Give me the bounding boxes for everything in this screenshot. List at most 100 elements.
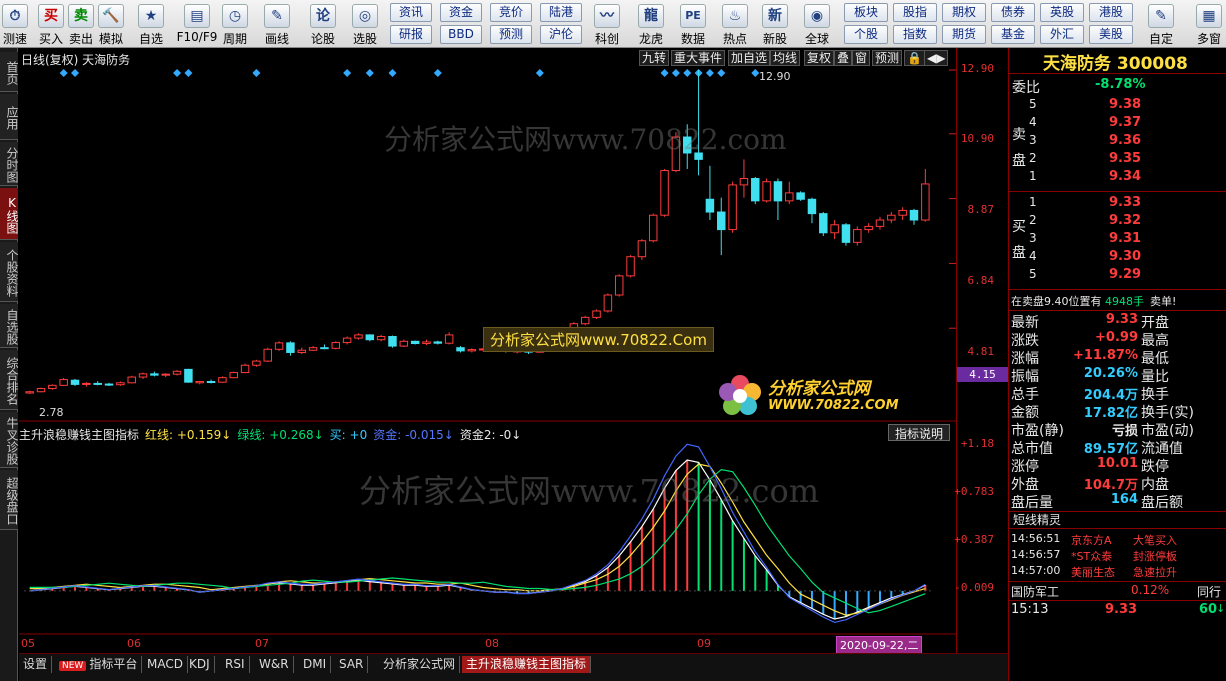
- indicator-values: 主升浪稳赚钱主图指标 红线: +0.159↓ 绿线: +0.268↓ 买: +0 资金:…: [19, 426, 527, 442]
- leftnav-5[interactable]: 自选股: [0, 304, 19, 348]
- market-button-0-4[interactable]: 英股: [1040, 3, 1084, 22]
- toolbar-hammer-button[interactable]: 🔨 模拟: [96, 2, 126, 46]
- lock-icon[interactable]: 🔒: [904, 50, 925, 66]
- bottom-tab-2[interactable]: MACD: [143, 656, 188, 673]
- sell-price[interactable]: 9.36: [1109, 133, 1141, 148]
- toolbar-star-button[interactable]: ★ 自选: [136, 2, 166, 46]
- expand-icon[interactable]: ◀▶: [924, 50, 949, 66]
- quick-button-0-0[interactable]: 资讯: [390, 3, 432, 22]
- bottom-tab-8[interactable]: 分析家公式网: [379, 656, 461, 673]
- bottom-tab-6[interactable]: DMI: [299, 656, 332, 673]
- market-button-1-0[interactable]: 个股: [844, 25, 888, 44]
- market-button-0-1[interactable]: 股指: [893, 3, 937, 22]
- buy-price[interactable]: 9.33: [1109, 195, 1141, 210]
- leftnav-8[interactable]: 超级盘口: [0, 470, 19, 530]
- toolbar-select-button[interactable]: ◎ 选股: [350, 2, 380, 46]
- sell-price[interactable]: 9.34: [1109, 169, 1141, 184]
- buy-price[interactable]: 9.30: [1109, 249, 1141, 264]
- sell-price[interactable]: 9.38: [1109, 97, 1141, 112]
- bottom-tab-1[interactable]: NEW 指标平台: [55, 656, 143, 673]
- quick-button-0-3[interactable]: 陆港: [540, 3, 582, 22]
- toolbar-speed-button[interactable]: ⏱ 测速: [0, 2, 30, 46]
- chart-btn-4[interactable]: 复权: [804, 50, 835, 66]
- toolbar-chart-button[interactable]: 〰科创: [590, 2, 624, 46]
- market-button-0-0[interactable]: 板块: [844, 3, 888, 22]
- toolbar-dragon-button[interactable]: 龍龙虎: [634, 2, 668, 46]
- toolbar-fire-button[interactable]: ♨ 热点: [718, 2, 752, 46]
- market-button-0-5[interactable]: 港股: [1089, 3, 1133, 22]
- quick-button-0-1[interactable]: 资金: [440, 3, 482, 22]
- quick-button-1-0[interactable]: 研报: [390, 25, 432, 44]
- market-button-1-1[interactable]: 指数: [893, 25, 937, 44]
- market-button-0-3[interactable]: 债券: [991, 3, 1035, 22]
- leftnav-0[interactable]: 首页: [0, 52, 19, 92]
- toolbar-sell-button[interactable]: 卖卖出: [66, 2, 96, 46]
- chart-btn-7[interactable]: 预测: [872, 50, 903, 66]
- quick-button-0-2[interactable]: 竞价: [490, 3, 532, 22]
- bottom-tab-3[interactable]: KDJ: [185, 656, 215, 673]
- leftnav-6[interactable]: 综合排名: [0, 350, 19, 410]
- buy-price[interactable]: 9.29: [1109, 267, 1141, 282]
- buy-price[interactable]: 9.31: [1109, 231, 1141, 246]
- kline-chart[interactable]: 日线(复权) 天海防务 九转 重大事件 加自选 均线 复权叠窗预测 🔒 ◀▶ 分析家公式网w…: [19, 48, 956, 654]
- toolbar-label: 多窗: [1196, 32, 1221, 46]
- toolbar-pe-button[interactable]: PE 数据: [676, 2, 710, 46]
- sell-price[interactable]: 9.37: [1109, 115, 1141, 130]
- dragon-icon: 龍: [638, 4, 664, 28]
- market-button-1-3[interactable]: 基金: [991, 25, 1035, 44]
- quick-button-1-1[interactable]: BBD: [440, 25, 482, 44]
- chart-btn-2[interactable]: 加自选: [728, 50, 771, 66]
- quick-button-1-2[interactable]: 预测: [490, 25, 532, 44]
- bottom-tab-7[interactable]: SAR: [335, 656, 369, 673]
- new-stock-icon: 新: [762, 4, 788, 28]
- toolbar-buy-button[interactable]: 买买入: [36, 2, 66, 46]
- candle-body: [841, 224, 851, 243]
- leftnav-3[interactable]: K线图: [0, 188, 19, 240]
- sector-tail[interactable]: 同行: [1197, 583, 1221, 600]
- leftnav-4[interactable]: 个股资料: [0, 242, 19, 302]
- chart-btn-5[interactable]: 叠: [834, 50, 853, 66]
- toolbar-pen-button[interactable]: ✎ 画线: [262, 2, 292, 46]
- pe-icon: PE: [680, 4, 706, 28]
- jingling-stock[interactable]: 美丽生态: [1071, 564, 1115, 580]
- toolbar-custom-button[interactable]: ✎ 自定: [1144, 2, 1178, 46]
- leftnav-2[interactable]: 分时图: [0, 142, 19, 186]
- signal-marker: [671, 69, 680, 77]
- jingling-time: 14:56:51: [1011, 532, 1061, 545]
- chart-btn-3[interactable]: 均线: [770, 50, 801, 66]
- bottom-tab-9[interactable]: 主升浪稳赚钱主图指标: [462, 656, 592, 673]
- indicator-help-button[interactable]: 指标说明: [888, 424, 951, 441]
- jingling-header: 短线精灵: [1009, 511, 1226, 529]
- buy-price[interactable]: 9.32: [1109, 213, 1141, 228]
- logo-url: WWW.70822.COM: [768, 398, 899, 413]
- bottom-tab-5[interactable]: W&R: [255, 656, 294, 673]
- market-button-1-4[interactable]: 外汇: [1040, 25, 1084, 44]
- jingling-stock[interactable]: *ST众泰: [1071, 548, 1112, 564]
- candle-body: [648, 214, 658, 242]
- market-button-1-5[interactable]: 美股: [1089, 25, 1133, 44]
- bottom-tab-0[interactable]: 设置: [19, 656, 53, 673]
- quote-panel: 天海防务 300008 委比 -8.78% 卖盘 买盘 5 9.38 4 9.37 3 9.36 2 9…: [1008, 48, 1226, 681]
- chart-btn-6[interactable]: 窗: [852, 50, 871, 66]
- toolbar-globe-button[interactable]: ◉ 全球: [800, 2, 834, 46]
- sell-icon: 卖: [68, 4, 94, 28]
- toolbar-clock-button[interactable]: ◷ 周期: [220, 2, 250, 46]
- market-button-1-2[interactable]: 期货: [942, 25, 986, 44]
- sector-name[interactable]: 国防军工: [1011, 583, 1059, 600]
- bottom-tab-4[interactable]: RSI: [221, 656, 250, 673]
- candle-body: [683, 136, 692, 154]
- toolbar-multiwin-button[interactable]: ▦ 多窗: [1192, 2, 1226, 46]
- stat-label: 外盘: [1011, 477, 1039, 493]
- quick-button-1-3[interactable]: 沪伦: [540, 25, 582, 44]
- toolbar-new-stock-button[interactable]: 新新股: [758, 2, 792, 46]
- leftnav-7[interactable]: 牛叉诊股: [0, 412, 19, 468]
- leftnav-1[interactable]: 应用: [0, 94, 19, 140]
- market-button-0-2[interactable]: 期权: [942, 3, 986, 22]
- candle-body: [161, 373, 170, 376]
- sell-price[interactable]: 9.35: [1109, 151, 1141, 166]
- chart-btn-0[interactable]: 九转: [639, 50, 670, 66]
- jingling-stock[interactable]: 京东方A: [1071, 532, 1112, 548]
- toolbar-f10-button[interactable]: ▤ F10/F9: [176, 2, 218, 46]
- chart-btn-1[interactable]: 重大事件: [671, 50, 726, 66]
- toolbar-discuss-button[interactable]: 论论股: [308, 2, 338, 46]
